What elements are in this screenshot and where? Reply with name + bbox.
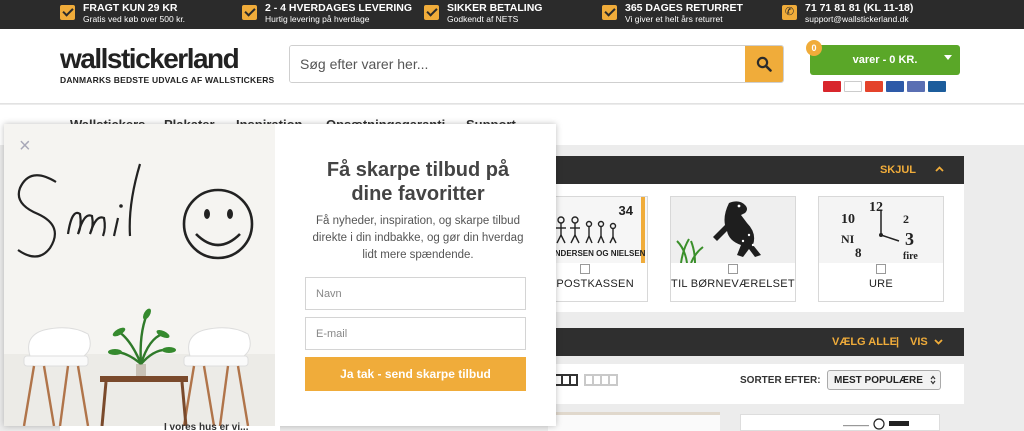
chevron-up-icon[interactable] — [935, 166, 944, 172]
svg-text:2: 2 — [903, 212, 909, 226]
ure-image: 10 2 NI 3 fire 8 12 — [819, 197, 943, 263]
clock-sticker-icon: 10 2 NI 3 fire 8 12 — [819, 197, 943, 263]
modal-photo — [4, 124, 275, 426]
product-thumb[interactable] — [740, 414, 940, 431]
mastercard-icon — [865, 81, 883, 92]
check-icon — [602, 5, 617, 20]
usp-payment: SIKKER BETALING Godkendt af NETS — [424, 2, 542, 25]
subscribe-button[interactable]: Ja tak - send skarpe tilbud — [305, 357, 526, 391]
search-icon — [756, 56, 772, 72]
family-figures-icon — [556, 216, 617, 244]
mobilepay-icon — [907, 81, 925, 92]
product-strip — [548, 404, 964, 431]
category-card-boernevaerelset[interactable]: TIL BØRNEVÆRELSET — [670, 196, 796, 302]
visa-icon — [844, 81, 862, 92]
sort-row: SORTER EFTER: MEST POPULÆRE — [548, 364, 964, 404]
svg-text:NI: NI — [841, 232, 855, 246]
product-thumb[interactable] — [548, 412, 720, 431]
product-card-peek: I vores hus er vi... — [60, 422, 280, 431]
usp-shipping: FRAGT KUN 29 KR Gratis ved køb over 500 … — [60, 2, 185, 25]
list-view-icon[interactable] — [584, 374, 618, 386]
cart-count-badge: 0 — [806, 40, 822, 56]
category-cards: 34 ANDERSEN OG NIELSEN L POSTKASSEN TIL … — [522, 184, 964, 312]
name-field[interactable] — [305, 277, 526, 310]
product-sticker-thumb — [843, 418, 909, 430]
boernevaerelset-image — [671, 197, 795, 263]
modal-title: Få skarpe tilbud på dine favoritter — [326, 159, 510, 205]
category-label: URE — [868, 278, 894, 290]
site-logo[interactable]: wallstickerland DANMARKS BEDSTE UDVALG A… — [60, 43, 275, 86]
logo-wordmark: wallstickerland — [60, 43, 240, 74]
select-arrows-icon — [930, 375, 936, 385]
grid-view-icon[interactable] — [554, 374, 578, 386]
phone-icon: ✆ — [782, 5, 797, 20]
svg-text:3: 3 — [905, 229, 914, 249]
modal-description: Få nyheder, inspiration, og skarpe tilbu… — [312, 215, 524, 261]
usp-delivery: 2 - 4 HVERDAGES LEVERING Hurtig levering… — [242, 2, 412, 25]
chevron-down-icon — [944, 55, 952, 60]
sort-selected-value: MEST POPULÆRE — [834, 375, 923, 386]
cart-label: varer - 0 KR. — [852, 54, 918, 66]
sort-select[interactable]: MEST POPULÆRE — [827, 370, 941, 390]
category-card-ure[interactable]: 10 2 NI 3 fire 8 12 URE — [818, 196, 944, 302]
search-button[interactable] — [745, 46, 783, 82]
close-icon[interactable]: × — [19, 136, 31, 156]
search-box — [289, 45, 784, 83]
dinosaur-sticker-icon — [671, 197, 795, 263]
show-button[interactable]: VIS — [910, 336, 928, 348]
usp-returns: 365 DAGES RETURRET Vi giver et helt års … — [602, 2, 743, 25]
product-title[interactable]: I vores hus er vi... — [164, 422, 248, 431]
newsletter-modal: × Få skarpe tilbud på dine favoritter Få… — [4, 124, 556, 426]
logo-tagline: DANMARKS BEDSTE UDVALG AF WALLSTICKERS — [60, 75, 275, 85]
filter-separator: | — [896, 336, 900, 348]
select-all-button[interactable]: VÆLG ALLE — [832, 336, 897, 348]
hide-toggle[interactable]: SKJUL — [880, 164, 916, 176]
email-field[interactable] — [305, 317, 526, 350]
category-label: TIL BØRNEVÆRELSET — [671, 278, 795, 290]
svg-text:10: 10 — [841, 212, 855, 227]
category-checkbox[interactable] — [876, 264, 886, 274]
ean-icon — [928, 81, 946, 92]
dankort-icon — [823, 81, 841, 92]
category-label: L POSTKASSEN — [547, 278, 634, 290]
check-icon — [424, 5, 439, 20]
search-input[interactable] — [290, 46, 758, 82]
filter-bar: VÆLG ALLE | VIS — [548, 328, 964, 356]
smile-wall-art — [4, 124, 275, 426]
sort-label: SORTER EFTER: — [740, 375, 821, 386]
category-panel-header: SKJUL — [548, 156, 964, 184]
payment-methods — [823, 81, 946, 92]
chevron-down-icon[interactable] — [934, 339, 943, 345]
check-icon — [60, 5, 75, 20]
usp-bar: FRAGT KUN 29 KR Gratis ved køb over 500 … — [0, 0, 1024, 29]
category-checkbox[interactable] — [580, 264, 590, 274]
svg-text:8: 8 — [855, 245, 862, 260]
category-checkbox[interactable] — [728, 264, 738, 274]
svg-text:fire: fire — [903, 251, 918, 262]
usp-contact[interactable]: ✆ 71 71 81 81 (KL 11-18) support@wallsti… — [782, 2, 913, 25]
maestro-icon — [886, 81, 904, 92]
cart-button[interactable]: varer - 0 KR. — [810, 45, 960, 75]
site-header: wallstickerland DANMARKS BEDSTE UDVALG A… — [0, 29, 1024, 104]
check-icon — [242, 5, 257, 20]
